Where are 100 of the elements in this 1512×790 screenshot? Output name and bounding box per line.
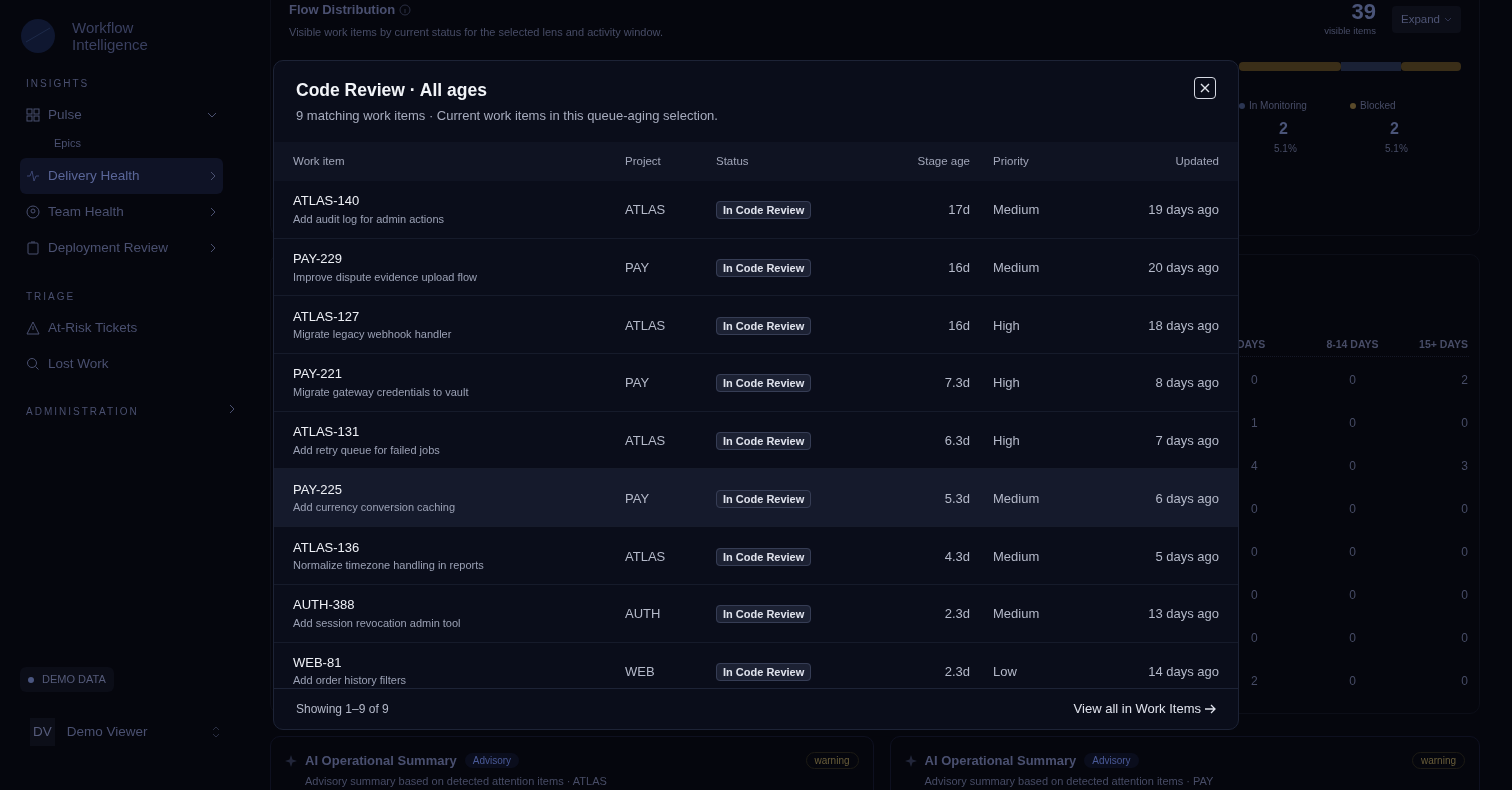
work-item-summary: Normalize timezone handling in reports: [293, 558, 484, 573]
work-item-summary: Add currency conversion caching: [293, 500, 456, 516]
work-item-summary: Migrate legacy webhook handler: [293, 327, 452, 343]
status-badge: In Code Review: [716, 662, 812, 681]
legend-value: 2: [1390, 119, 1399, 139]
work-item-summary: Improve dispute evidence upload flow: [293, 269, 478, 285]
column-header: Project: [625, 154, 661, 167]
status-badge: In Code Review: [716, 259, 812, 278]
view-all-link[interactable]: View all in Work Items: [1073, 699, 1216, 719]
work-item-summary: Migrate gateway credentials to vault: [293, 384, 469, 400]
brand-name: Workflow Intelligence: [72, 18, 149, 54]
advisory-tag: Advisory: [1084, 753, 1139, 769]
chevron-down-icon: [1444, 16, 1452, 23]
logo-icon: [20, 18, 56, 54]
card-subtitle: Advisory summary based on detected attention items · PAY: [924, 773, 1214, 789]
warning-icon: [26, 320, 40, 335]
close-button[interactable]: [1194, 77, 1216, 99]
work-item-summary: Add audit log for admin actions: [293, 211, 445, 227]
table-cell: 0: [1349, 372, 1356, 387]
table-cell: 0: [1461, 415, 1468, 430]
work-item-key: PAY-225: [293, 479, 342, 500]
work-item-key: PAY-229: [293, 249, 342, 269]
avatar: DV: [30, 717, 55, 746]
table-cell: 3: [1461, 458, 1468, 473]
column-header: Stage age: [917, 154, 970, 167]
work-item-key: WEB-81: [293, 652, 342, 673]
count-label: visible items: [1324, 24, 1376, 39]
legend-percent: 5.1%: [1274, 142, 1297, 156]
card-subtitle: Advisory summary based on detected attention items · ATLAS: [305, 773, 607, 789]
table-cell: ATLAS: [625, 317, 666, 333]
table-cell: 14 days ago: [1148, 663, 1219, 679]
close-icon: [1200, 83, 1210, 93]
work-item-key: ATLAS-140: [293, 191, 360, 211]
table-cell: ATLAS: [625, 433, 666, 449]
clipboard-icon: [26, 241, 40, 256]
table-cell: 5.3d: [944, 490, 970, 506]
table-cell: 0: [1349, 544, 1356, 559]
table-cell: PAY: [625, 375, 650, 391]
arrow-right-icon: [1205, 704, 1216, 714]
table-cell: Low: [993, 663, 1017, 679]
status-badge: In Code Review: [716, 432, 812, 451]
demo-data-badge: DEMO DATA: [20, 667, 114, 692]
table-cell: 0: [1251, 587, 1258, 602]
table-cell: PAY: [625, 260, 650, 276]
status-badge: In Code Review: [716, 605, 812, 624]
table-cell: 2: [1251, 673, 1258, 688]
card-title: AI Operational Summary: [305, 752, 457, 770]
sparkle-icon: [904, 754, 917, 767]
column-header: Updated: [1175, 154, 1219, 167]
table-cell: 0: [1349, 673, 1356, 688]
table-cell: 0: [1251, 544, 1258, 559]
table-cell: 20 days ago: [1148, 260, 1219, 276]
card-subtitle: Visible work items by current status for the selected lens and activity window.: [289, 24, 663, 40]
status-badge: In Code Review: [716, 547, 812, 566]
column-header: Priority: [993, 154, 1029, 167]
legend-label: Blocked: [1360, 99, 1396, 113]
column-header: 15+ DAYS: [1419, 337, 1468, 350]
table-row[interactable]: WEB-81 Add order history filters WEB In Code Review 2.3d Low 14 days ago: [274, 642, 1238, 688]
table-cell: 8 days ago: [1155, 375, 1219, 391]
table-row[interactable]: PAY-225 Add currency conversion caching PAY In Code Review 5.3d Medium 6 days ago: [274, 469, 1238, 528]
table-cell: 4: [1251, 458, 1258, 473]
table-cell: 0: [1461, 673, 1468, 688]
status-badge: In Code Review: [716, 201, 812, 220]
table-cell: Medium: [993, 260, 1040, 276]
table-row[interactable]: PAY-221 Migrate gateway credentials to vault PAY In Code Review 7.3d High 8 days ago: [274, 354, 1238, 412]
table-cell: 0: [1461, 544, 1468, 559]
work-item-summary: Add order history filters: [293, 673, 407, 688]
section-heading: INSIGHTS: [26, 77, 90, 91]
table-cell: 0: [1349, 458, 1356, 473]
table-cell: Medium: [993, 606, 1040, 622]
card-title: Flow Distribution: [289, 1, 396, 19]
table-cell: 2.3d: [944, 663, 970, 679]
table-cell: 4.3d: [944, 548, 970, 564]
table-cell: Medium: [993, 490, 1040, 506]
section-heading: TRIAGE: [26, 289, 76, 304]
table-cell: 2: [1461, 372, 1468, 387]
table-cell: 0: [1251, 372, 1258, 387]
table-row[interactable]: PAY-229 Improve dispute evidence upload flow PAY In Code Review 16d Medium 20 days ago: [274, 238, 1238, 297]
table-cell: 5 days ago: [1155, 548, 1219, 564]
table-cell: WEB: [625, 663, 655, 679]
info-icon: [399, 3, 412, 16]
work-item-summary: Add session revocation admin tool: [293, 615, 461, 631]
table-cell: ATLAS: [625, 202, 666, 218]
table-row[interactable]: ATLAS-136 Normalize timezone handling in reports ATLAS In Code Review 4.3d Medium 5 days ago: [274, 527, 1238, 585]
table-cell: 0: [1349, 501, 1356, 516]
table-row[interactable]: ATLAS-127 Migrate legacy webhook handler ATLAS In Code Review 16d High 18 days ago: [274, 296, 1238, 355]
table-cell: High: [993, 433, 1020, 449]
table-cell: 0: [1251, 630, 1258, 645]
table-row[interactable]: ATLAS-140 Add audit log for admin actions ATLAS In Code Review 17d Medium 19 days ago: [274, 181, 1238, 239]
work-item-key: ATLAS-131: [293, 422, 360, 442]
modal-title: Code Review · All ages: [296, 79, 488, 102]
table-cell: PAY: [625, 490, 650, 506]
chevron-right-icon[interactable]: [228, 404, 236, 414]
work-item-key: ATLAS-127: [293, 306, 360, 327]
table-row[interactable]: AUTH-388 Add session revocation admin tool AUTH In Code Review 2.3d Medium 13 days ago: [274, 584, 1238, 643]
table-cell: 0: [1349, 587, 1356, 602]
grid-icon: [26, 108, 40, 123]
table-cell: 7 days ago: [1155, 433, 1219, 449]
table-cell: 17d: [948, 202, 970, 218]
table-cell: ATLAS: [625, 548, 666, 564]
